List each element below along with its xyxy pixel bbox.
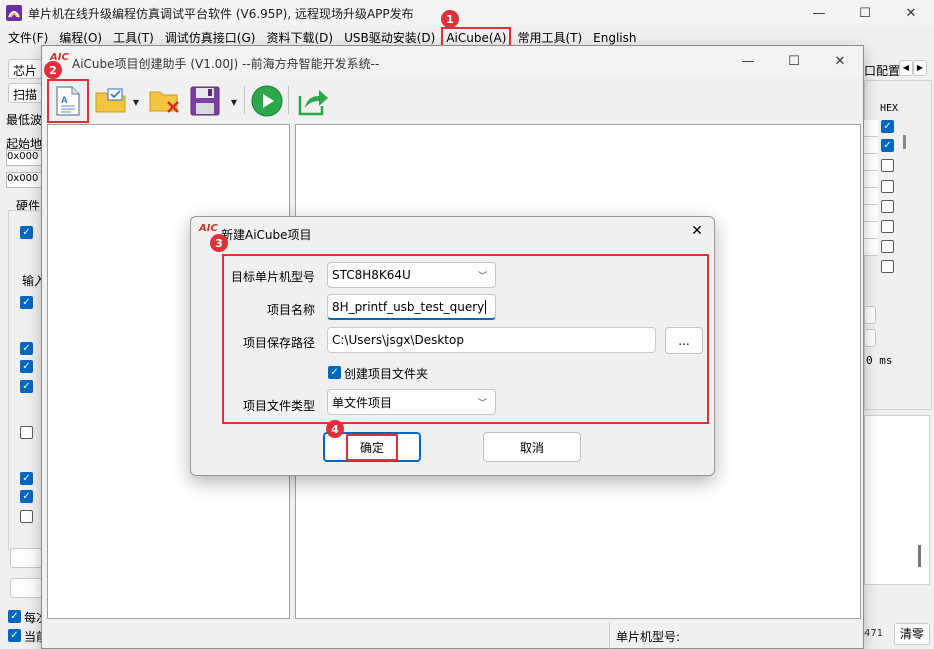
address-input-fragment[interactable]: 0x000: [6, 150, 42, 166]
mcu-model-label: 目标单片机型号: [230, 270, 315, 284]
create-folder-checkbox[interactable]: ✓: [328, 366, 341, 379]
hardware-option-checkbox[interactable]: [20, 426, 33, 439]
log-scrollbar-thumb[interactable]: [918, 545, 921, 567]
open-project-button[interactable]: [92, 82, 130, 120]
hex-checkbox[interactable]: [881, 240, 894, 253]
save-dropdown-arrow-icon[interactable]: ▼: [229, 98, 239, 107]
aicube-logo-icon: AIC: [199, 223, 218, 234]
toolbar-separator: [288, 86, 289, 114]
open-dropdown-arrow-icon[interactable]: ▼: [131, 98, 141, 107]
step-badge-2: 2: [44, 61, 62, 79]
hex-checkbox[interactable]: [881, 159, 894, 172]
share-arrow-icon: [298, 90, 328, 116]
tab-scroll-right-icon[interactable]: ▶: [913, 60, 927, 76]
config-button-fragment[interactable]: [864, 306, 876, 324]
assistant-status-bar: 单片机型号:: [42, 623, 863, 649]
close-project-button[interactable]: [146, 82, 184, 120]
baud-label-fragment: 最低波: [6, 113, 43, 127]
hex-checkbox[interactable]: [881, 200, 894, 213]
file-type-select[interactable]: 单文件项目 ﹀: [327, 389, 496, 415]
dialog-title-bar: AIC 新建AiCube项目 ✕: [191, 217, 714, 247]
mcu-model-value: STC8H8K64U: [332, 268, 411, 282]
toolbar-separator: [244, 86, 245, 114]
assistant-close-icon[interactable]: ✕: [817, 48, 863, 74]
project-name-input[interactable]: 8H_printf_usb_test_query: [327, 294, 496, 320]
hex-checkbox[interactable]: ✓: [881, 139, 894, 152]
hardware-option-checkbox[interactable]: ✓: [20, 490, 33, 503]
config-values-column: [864, 120, 878, 270]
hardware-option-checkbox[interactable]: ✓: [20, 296, 33, 309]
hardware-option-checkbox[interactable]: ✓: [20, 472, 33, 485]
file-type-value: 单文件项目: [332, 395, 393, 410]
export-button[interactable]: [294, 82, 332, 120]
tab-scroll-left-icon[interactable]: ◀: [899, 60, 913, 76]
step-badge-4: 4: [326, 420, 344, 438]
dialog-title: 新建AiCube项目: [221, 228, 312, 242]
hardware-option-checkbox[interactable]: ✓: [20, 342, 33, 355]
hardware-option-checkbox[interactable]: ✓: [20, 226, 33, 239]
close-icon[interactable]: ✕: [888, 0, 934, 26]
new-document-icon: A: [56, 86, 80, 116]
step-badge-1: 1: [441, 10, 459, 28]
address-input-fragment-2[interactable]: 0x000: [6, 172, 42, 188]
app-icon: [6, 5, 22, 21]
svg-text:A: A: [61, 95, 68, 105]
assistant-toolbar: A ▼ ▼: [42, 78, 863, 123]
ok-button-label: 确定: [345, 433, 398, 461]
dialog-close-icon[interactable]: ✕: [687, 223, 707, 241]
save-path-value: C:\Users\jsgx\Desktop: [332, 333, 464, 347]
hex-checkbox[interactable]: [881, 220, 894, 233]
new-project-button[interactable]: A: [47, 79, 89, 123]
every-time-checkbox[interactable]: ✓: [8, 610, 21, 623]
scrollbar-thumb[interactable]: [903, 135, 906, 149]
assistant-minimize-icon[interactable]: —: [725, 48, 771, 74]
minimize-icon[interactable]: —: [796, 0, 842, 26]
count-readout: 471: [864, 628, 884, 639]
chevron-down-icon: ﹀: [477, 398, 487, 409]
create-folder-label: 创建项目文件夹: [344, 367, 429, 381]
assistant-title-bar: AIC AiCube项目创建助手 (V1.00J) --前海方舟智能开发系统--…: [42, 46, 863, 77]
folder-check-icon: [95, 88, 126, 113]
maximize-icon[interactable]: ☐: [842, 0, 888, 26]
save-project-button[interactable]: [186, 82, 224, 120]
mcu-model-select[interactable]: STC8H8K64U ﹀: [327, 262, 496, 288]
hex-checkbox[interactable]: ✓: [881, 120, 894, 133]
save-path-input[interactable]: C:\Users\jsgx\Desktop: [327, 327, 656, 353]
hex-checkbox[interactable]: [881, 260, 894, 273]
chip-select-fragment[interactable]: 芯片: [8, 59, 42, 79]
new-project-dialog: AIC 新建AiCube项目 ✕ 目标单片机型号 STC8H8K64U ﹀ 项目…: [190, 216, 715, 476]
hardware-option-checkbox[interactable]: ✓: [20, 360, 33, 373]
browse-button[interactable]: ...: [665, 327, 703, 354]
config-button-fragment[interactable]: [864, 329, 876, 347]
action-button-fragment[interactable]: [10, 548, 42, 568]
port-config-tab[interactable]: 口配置: [864, 62, 900, 79]
cancel-button[interactable]: 取消: [483, 432, 581, 462]
assistant-title: AiCube项目创建助手 (V1.00J) --前海方舟智能开发系统--: [72, 57, 380, 71]
hex-checkbox[interactable]: [881, 180, 894, 193]
play-icon: [251, 85, 283, 117]
hardware-option-checkbox[interactable]: [20, 510, 33, 523]
main-window-title: 单片机在线升级编程仿真调试平台软件 (V6.95P), 远程现场升级APP发布: [28, 7, 414, 21]
folder-delete-icon: [149, 91, 179, 113]
action-button-fragment[interactable]: [10, 578, 42, 598]
file-type-label: 项目文件类型: [242, 399, 315, 413]
run-button[interactable]: [248, 82, 286, 120]
current-checkbox[interactable]: ✓: [8, 629, 21, 642]
step-badge-3: 3: [210, 234, 228, 252]
clear-button[interactable]: 清零: [894, 623, 930, 645]
mcu-model-status-label: 单片机型号:: [616, 630, 681, 644]
save-path-label: 项目保存路径: [242, 336, 315, 350]
hardware-option-checkbox[interactable]: ✓: [20, 380, 33, 393]
interval-ms-fragment: 0 ms: [866, 354, 893, 367]
save-floppy-icon: [190, 86, 220, 116]
project-name-value: 8H_printf_usb_test_query: [332, 299, 485, 314]
assistant-maximize-icon[interactable]: ☐: [771, 48, 817, 74]
scan-button-fragment[interactable]: 扫描: [8, 83, 42, 103]
text-caret: [485, 299, 487, 314]
chevron-down-icon: ﹀: [477, 271, 487, 282]
project-name-label: 项目名称: [266, 303, 315, 317]
status-divider: [609, 623, 610, 649]
main-title-bar: 单片机在线升级编程仿真调试平台软件 (V6.95P), 远程现场升级APP发布 …: [0, 0, 934, 26]
hex-column-label: HEX: [880, 103, 899, 114]
